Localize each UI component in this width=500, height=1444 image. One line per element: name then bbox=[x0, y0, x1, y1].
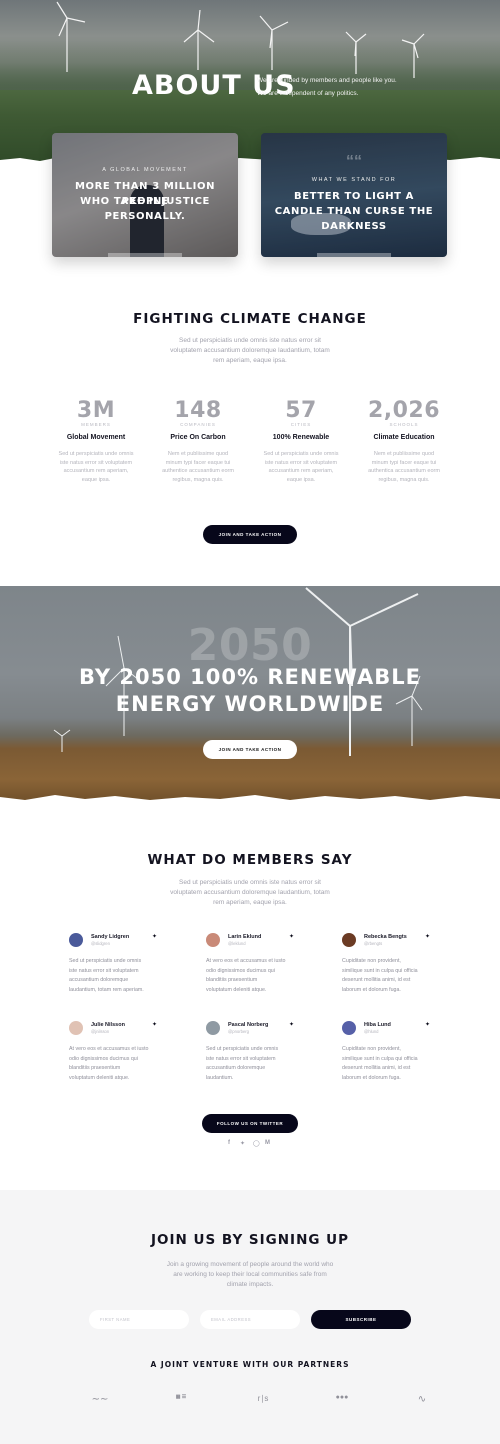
member-name: Pascal Norberg bbox=[228, 1022, 269, 1028]
testimonial-text: Cupiditate non provident, similique sunt … bbox=[342, 1046, 418, 1082]
testimonial-text: Sed ut perspiciatis unde omnis iste natus… bbox=[69, 958, 144, 994]
stat-companies: 148 COMPANIES Price On Carbon Nem et pub… bbox=[148, 398, 248, 484]
signup-desc-line-1: Join a growing movement of people around… bbox=[166, 1261, 334, 1268]
card-tag: WHAT WE STAND FOR bbox=[311, 177, 397, 183]
members-section-title: WHAT DO MEMBERS SAY bbox=[147, 852, 353, 868]
testimonial-text: Cupiditate non provident, similique sunt … bbox=[342, 958, 418, 994]
member-handle[interactable]: @pnorberg bbox=[228, 1029, 249, 1034]
climate-desc-line-3: rem aperiam, eaque ipsa. bbox=[213, 357, 287, 364]
card-title-line-2: CANDLE THAN CURSE THE bbox=[274, 206, 434, 217]
partners-title: A JOINT VENTURE WITH OUR PARTNERS bbox=[150, 1360, 350, 1369]
banner-join-action-button[interactable]: JOIN AND TAKE ACTION bbox=[203, 740, 297, 759]
stat-members: 3M MEMBERS Global Movement Sed ut perspi… bbox=[46, 398, 146, 484]
stat-text: Nem et publiissime quod minum typi facer … bbox=[368, 451, 440, 483]
card-tag: A GLOBAL MOVEMENT bbox=[102, 167, 188, 173]
climate-section-title: FIGHTING CLIMATE CHANGE bbox=[133, 311, 367, 327]
signup-desc-line-3: climate impacts. bbox=[226, 1281, 274, 1288]
members-desc-line-1: Sed ut perspiciatis unde omnis iste natu… bbox=[179, 879, 321, 886]
stat-unit: MEMBERS bbox=[81, 422, 111, 427]
members-desc-line-3: rem aperiam, eaque ipsa. bbox=[213, 899, 287, 906]
stat-schools: 2,026 SCHOOLS Climate Education Nem et p… bbox=[354, 398, 454, 484]
avatar bbox=[69, 933, 83, 947]
twitter-icon[interactable]: ✦ bbox=[425, 933, 430, 940]
member-name: Rebecka Bengts bbox=[364, 934, 407, 940]
card-progress-bar bbox=[108, 253, 182, 257]
twitter-icon[interactable]: ✦ bbox=[425, 1021, 430, 1028]
twitter-icon[interactable]: ✦ bbox=[152, 1021, 157, 1028]
climate-desc-line-2: voluptatem accusantium doloremque laudan… bbox=[170, 347, 330, 354]
avatar bbox=[69, 1021, 83, 1035]
partner-logo-grid[interactable]: ▦ ☰ bbox=[166, 1394, 196, 1400]
card-title-line-2: WHO TAKE INJUSTICE bbox=[80, 196, 210, 207]
hero-subtitle-line-1: We are funded by members and people like… bbox=[257, 77, 397, 84]
stat-number: 57 bbox=[285, 398, 317, 423]
members-desc-line-2: voluptatem accusantium doloremque laudan… bbox=[170, 889, 330, 896]
partner-logo-wave[interactable]: ∼∼ bbox=[89, 1394, 111, 1405]
member-handle[interactable]: @slidgren bbox=[91, 941, 110, 946]
banner-title-line-1: BY 2050 100% RENEWABLE bbox=[79, 665, 421, 689]
medium-icon[interactable]: M bbox=[265, 1140, 270, 1146]
stat-unit: CITIES bbox=[290, 422, 312, 427]
member-handle[interactable]: @rbengts bbox=[364, 941, 382, 946]
testimonial-text: At vero eos et accusamus et iusto odio di… bbox=[206, 958, 286, 994]
member-handle[interactable]: @hlund bbox=[364, 1029, 379, 1034]
stat-text: Sed ut perspiciatis unde omnis iste natus… bbox=[263, 451, 339, 483]
stat-text: Nem et publiissime quod minum typi facer … bbox=[162, 451, 234, 483]
stat-number: 3M bbox=[76, 398, 116, 423]
stat-cities: 57 CITIES 100% Renewable Sed ut perspici… bbox=[251, 398, 351, 484]
stat-label: Price On Carbon bbox=[170, 434, 226, 441]
banner-title-line-2: ENERGY WORLDWIDE bbox=[115, 692, 385, 716]
hero-subtitle-line-2: We are independent of any politics. bbox=[257, 90, 359, 97]
card-progress-bar bbox=[317, 253, 391, 257]
follow-twitter-button[interactable]: FOLLOW US ON TWITTER bbox=[202, 1114, 298, 1133]
partner-logo-rs[interactable]: r∣s bbox=[252, 1394, 274, 1403]
member-name: Julie Nilsson bbox=[91, 1022, 125, 1028]
banner-year-watermark: 2050 bbox=[187, 620, 313, 671]
member-name: Sandy Lidgren bbox=[91, 934, 130, 940]
card-what-we-stand-for[interactable]: ““ WHAT WE STAND FOR BETTER TO LIGHT A C… bbox=[261, 133, 447, 257]
subscribe-button[interactable]: SUBSCRIBE bbox=[311, 1310, 411, 1329]
email-input[interactable]: EMAIL ADDRESS bbox=[200, 1310, 300, 1329]
climate-desc-line-1: Sed ut perspiciatis unde omnis iste natu… bbox=[179, 337, 321, 344]
twitter-icon[interactable]: ✦ bbox=[289, 1021, 294, 1028]
avatar bbox=[342, 933, 356, 947]
testimonial-text: Sed ut perspiciatis unde omnis iste natus… bbox=[206, 1046, 279, 1082]
twitter-icon[interactable]: ✦ bbox=[240, 1140, 245, 1147]
avatar bbox=[206, 933, 220, 947]
member-name: Larin Eklund bbox=[228, 934, 262, 940]
twitter-icon[interactable]: ✦ bbox=[152, 933, 157, 940]
first-name-input[interactable]: FIRST NAME bbox=[89, 1310, 189, 1329]
signup-section-title: JOIN US BY SIGNING UP bbox=[150, 1232, 350, 1248]
quote-icon: ““ bbox=[346, 153, 362, 170]
join-action-button[interactable]: JOIN AND TAKE ACTION bbox=[203, 525, 297, 544]
member-handle[interactable]: @leklund bbox=[228, 941, 246, 946]
stat-label: Global Movement bbox=[66, 434, 126, 441]
partner-logo-zigzag[interactable]: ∿ bbox=[411, 1394, 433, 1405]
card-title-line-3: PERSONALLY. bbox=[104, 211, 186, 222]
facebook-icon[interactable]: f bbox=[228, 1140, 230, 1146]
stat-text: Sed ut perspiciatis unde omnis iste natus… bbox=[58, 451, 134, 483]
member-handle[interactable]: @jnilsson bbox=[91, 1029, 109, 1034]
avatar bbox=[206, 1021, 220, 1035]
card-global-movement[interactable]: A GLOBAL MOVEMENT MORE THAN 3 MILLION PE… bbox=[52, 133, 238, 257]
member-name: Hiba Lund bbox=[364, 1022, 391, 1028]
card-title-line-1: BETTER TO LIGHT A bbox=[293, 191, 415, 202]
partner-logo-mitsui[interactable]: ●●● bbox=[327, 1394, 357, 1401]
avatar bbox=[342, 1021, 356, 1035]
card-title-line-3: DARKNESS bbox=[321, 221, 387, 232]
twitter-icon[interactable]: ✦ bbox=[289, 933, 294, 940]
testimonial-text: At vero eos et accusamus et iusto odio di… bbox=[69, 1046, 149, 1082]
stat-label: Climate Education bbox=[373, 434, 435, 441]
stat-label: 100% Renewable bbox=[272, 434, 330, 441]
stat-number: 148 bbox=[174, 398, 222, 423]
stat-number: 2,026 bbox=[367, 398, 441, 423]
stat-unit: COMPANIES bbox=[180, 422, 216, 427]
signup-desc-line-2: are working to keep their local communit… bbox=[173, 1271, 327, 1278]
torn-edge-divider bbox=[0, 795, 500, 806]
instagram-icon[interactable]: ◯ bbox=[253, 1140, 260, 1147]
